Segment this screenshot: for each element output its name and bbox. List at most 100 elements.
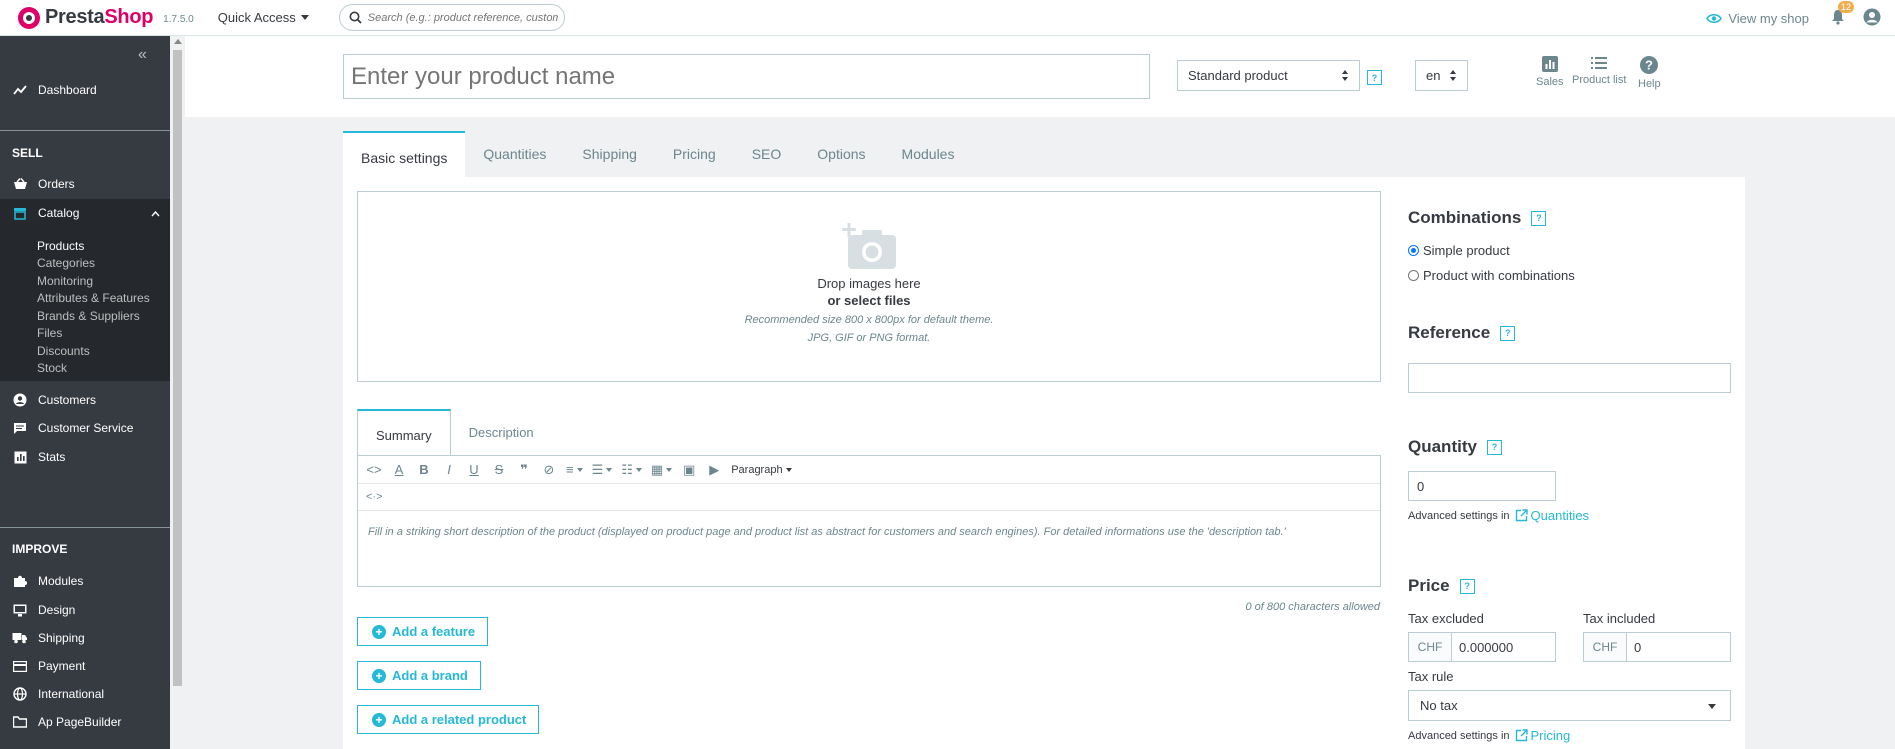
quick-access-dropdown[interactable]: Quick Access [218,10,309,25]
prestashop-logo[interactable]: PrestaShop [18,6,153,29]
strikethrough-icon[interactable]: S [491,461,507,479]
link-icon[interactable]: ⊘ [541,461,557,479]
plus-circle-icon: + [372,668,386,683]
source-code-icon[interactable]: <> [366,461,382,479]
code-sample-icon[interactable]: <·> [366,488,383,506]
bold-icon[interactable]: B [416,461,432,479]
product-type-select[interactable]: Standard product [1177,60,1360,91]
quantity-help-icon[interactable]: ? [1486,439,1502,455]
external-link-icon [1515,509,1528,522]
quantities-link[interactable]: Quantities [1515,508,1589,523]
sidebar-item-ap-pagebuilder[interactable]: Ap PageBuilder [0,708,170,736]
price-tax-included-field[interactable]: CHF 0 [1583,632,1731,662]
search-input[interactable] [367,11,558,24]
add-feature-button[interactable]: + Add a feature [357,617,489,646]
product-name-input[interactable] [343,54,1150,99]
sidebar-item-customers[interactable]: Customers [0,386,170,414]
quantity-input[interactable]: 0 [1408,471,1556,501]
text-color-icon[interactable]: A [391,461,407,479]
reference-input[interactable] [1408,363,1731,393]
sidebar-item-customer-service[interactable]: Customer Service [0,414,170,442]
sidebar-item-international[interactable]: International [0,680,170,708]
tab-basic-settings[interactable]: Basic settings [343,131,466,177]
globe-icon [12,686,28,702]
sidebar-item-catalog[interactable]: Catalog [0,199,170,227]
language-select[interactable]: en [1415,60,1468,91]
sidebar-item-dashboard[interactable]: Dashboard [0,76,170,104]
sidebar-item-shipping[interactable]: Shipping [0,624,170,652]
sidebar-section-sell: SELL [12,146,43,160]
table-icon[interactable]: ▦ [651,461,673,479]
align-icon[interactable]: ≡ [566,461,583,479]
sidebar-item-orders[interactable]: Orders [0,170,170,198]
bar-chart-icon [1541,56,1558,72]
tax-rule-select[interactable]: No tax [1408,690,1731,721]
sidebar-scrollbar[interactable] [170,36,185,749]
search-box[interactable] [338,4,565,31]
with-combinations-label: Product with combinations [1423,268,1575,283]
view-my-shop-link[interactable]: View my shop [1706,11,1809,26]
product-with-combinations-radio[interactable]: Product with combinations [1408,268,1575,283]
sales-button[interactable]: Sales [1536,56,1564,88]
bullet-list-icon[interactable]: ☰ [592,461,613,479]
submenu-item-monitoring[interactable]: Monitoring [37,274,93,288]
collapse-sidebar-icon[interactable]: « [138,46,147,64]
tab-shipping[interactable]: Shipping [564,131,655,177]
submenu-item-stock[interactable]: Stock [37,361,67,375]
sidebar-item-modules[interactable]: Modules [0,567,170,595]
employee-menu-button[interactable] [1863,8,1881,29]
sidebar-item-design[interactable]: Design [0,596,170,624]
tab-modules[interactable]: Modules [884,131,973,177]
price-tax-included-input[interactable]: 0 [1627,633,1730,661]
pricing-link[interactable]: Pricing [1515,728,1570,743]
submenu-item-categories[interactable]: Categories [37,256,95,270]
simple-product-radio[interactable]: Simple product [1408,243,1510,258]
sidebar-item-payment[interactable]: Payment [0,652,170,680]
submenu-item-attributes-features[interactable]: Attributes & Features [37,291,150,305]
tab-summary[interactable]: Summary [357,409,451,456]
product-type-help-icon[interactable]: ? [1367,70,1382,85]
sidebar-item-label: Customer Service [38,421,134,435]
combinations-title: Combinations ? [1408,208,1547,228]
select-files-link[interactable]: or select files [358,293,1380,308]
submenu-item-brands-suppliers[interactable]: Brands & Suppliers [37,309,140,323]
numbered-list-icon[interactable]: ☷ [621,461,642,479]
image-icon[interactable]: ▣ [681,461,697,479]
product-type-value: Standard product [1188,68,1288,83]
price-tax-excluded-field[interactable]: CHF 0.000000 [1408,632,1556,662]
tax-rule-value: No tax [1420,698,1458,713]
combinations-heading: Combinations [1408,208,1522,227]
submenu-item-files[interactable]: Files [37,326,62,340]
tab-quantities[interactable]: Quantities [465,131,564,177]
reference-title: Reference ? [1408,323,1516,343]
tab-options[interactable]: Options [799,131,883,177]
notifications-button[interactable]: 12 [1831,0,1854,28]
product-tabs: Basic settings Quantities Shipping Prici… [343,131,972,177]
underline-icon[interactable]: U [466,461,482,479]
tab-description[interactable]: Description [451,409,552,456]
summary-editor[interactable]: <> A B I U S ❞ ⊘ ≡ ☰ ☷ ▦ ▣ ▶ Paragraph <… [357,455,1381,587]
help-button[interactable]: ? Help [1638,56,1661,90]
tab-seo[interactable]: SEO [734,131,800,177]
media-icon[interactable]: ▶ [706,461,722,479]
add-related-product-button[interactable]: + Add a related product [357,705,540,734]
sidebar-item-stats[interactable]: Stats [0,443,170,471]
blockquote-icon[interactable]: ❞ [516,461,532,479]
combinations-help-icon[interactable]: ? [1531,210,1547,226]
submenu-item-discounts[interactable]: Discounts [37,344,90,358]
submenu-item-products[interactable]: Products [37,239,84,253]
tab-pricing[interactable]: Pricing [655,131,734,177]
chat-icon [12,420,28,436]
price-help-icon[interactable]: ? [1459,578,1475,594]
scrollbar-thumb[interactable] [173,50,182,686]
image-dropzone[interactable]: Drop images here or select files Recomme… [357,191,1381,382]
product-list-button[interactable]: Product list [1572,56,1626,86]
italic-icon[interactable]: I [441,461,457,479]
reference-help-icon[interactable]: ? [1500,325,1516,341]
add-brand-button[interactable]: + Add a brand [357,661,481,690]
price-tax-excluded-input[interactable]: 0.000000 [1452,633,1555,661]
scroll-up-arrow-icon[interactable] [174,39,182,44]
trending-up-icon [12,82,28,98]
radio-unchecked-icon [1408,270,1419,281]
format-dropdown[interactable]: Paragraph [731,461,792,479]
